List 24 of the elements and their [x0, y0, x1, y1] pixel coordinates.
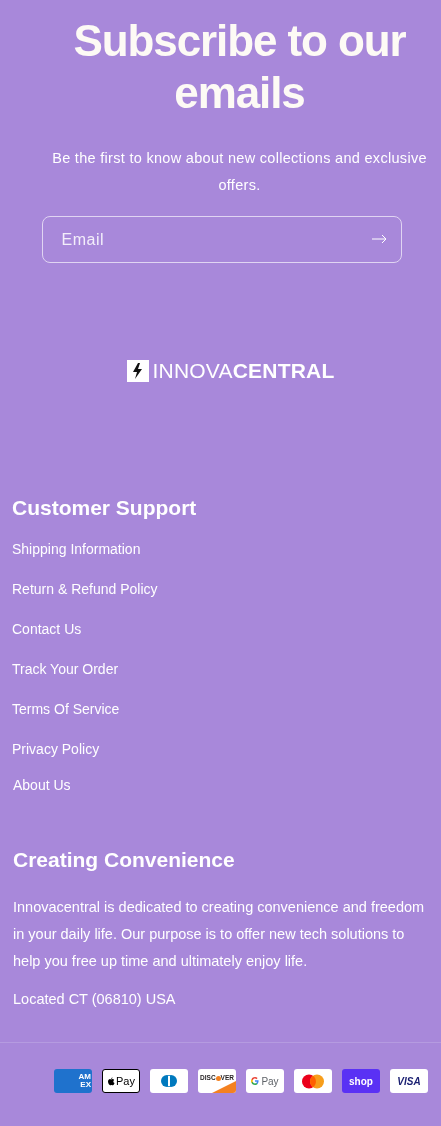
- shop-pay-icon: shop: [342, 1069, 380, 1093]
- mastercard-icon: [294, 1069, 332, 1093]
- footer-link[interactable]: Track Your Order: [12, 659, 119, 679]
- footer-link[interactable]: Contact Us: [12, 619, 82, 639]
- footer-link[interactable]: Terms Of Service: [12, 699, 120, 719]
- visa-card-icon: VISA: [390, 1069, 428, 1093]
- newsletter-title: Subscribe to our emails: [72, 15, 407, 119]
- section-heading: Creating Convenience: [13, 847, 236, 873]
- about-paragraph: Innovacentral is dedicated to creating convenience and freedom in your daily life. Our purpose is to offer new tech solutions to help you free up time and ultimately enjoy life.: [13, 898, 426, 971]
- diners-card-icon: [150, 1069, 188, 1093]
- lightning-logo-icon: [126, 360, 149, 382]
- footer-link[interactable]: Privacy Policy: [12, 739, 100, 759]
- brand-logo-text: INNOVACENTRAL: [152, 359, 335, 383]
- section-heading: Customer Support: [12, 495, 198, 521]
- footer-link[interactable]: Shipping Information: [12, 539, 141, 559]
- amex-card-icon: AM EX: [54, 1069, 92, 1093]
- google-pay-icon: Pay: [246, 1069, 284, 1093]
- newsletter-description: Be the first to know about new collections and exclusive offers.: [51, 149, 428, 195]
- footer-link[interactable]: Return & Refund Policy: [12, 579, 158, 599]
- apple-pay-icon: Pay: [102, 1069, 140, 1093]
- footer-link[interactable]: About Us: [13, 775, 71, 795]
- email-field[interactable]: Email: [41, 216, 402, 263]
- arrow-right-icon[interactable]: [370, 234, 387, 244]
- location-text: Located CT (06810) USA: [13, 990, 177, 1009]
